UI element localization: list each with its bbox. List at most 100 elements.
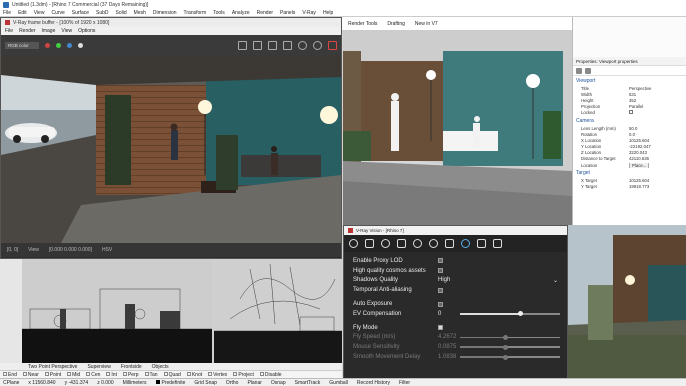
refresh-icon[interactable] [313, 40, 322, 50]
toggle-planar[interactable]: Planar [247, 380, 261, 386]
bottom-viewports[interactable] [0, 259, 342, 363]
camera-toggle-icon[interactable] [413, 239, 422, 248]
osnap-knot[interactable]: Knot [186, 372, 202, 378]
alpha-channel-button[interactable] [77, 42, 83, 48]
slider-value[interactable]: 0 [438, 311, 441, 317]
osnap-checkbox[interactable] [3, 372, 7, 377]
property-value[interactable]: 0.0 [629, 132, 686, 137]
vfb-menu-render[interactable]: Render [19, 28, 35, 34]
toggle-record-history[interactable]: Record History [357, 380, 390, 386]
info-icon[interactable] [381, 239, 390, 248]
channel-select[interactable]: RGB color [5, 41, 39, 49]
image-icon[interactable] [477, 239, 486, 248]
green-channel-button[interactable] [55, 42, 61, 48]
property-value[interactable]: Place... [629, 162, 686, 168]
place-button[interactable]: Place... [629, 162, 650, 168]
viewport-tab-frontside[interactable]: Frontside [121, 364, 142, 370]
layer-indicator[interactable]: Predefinite [155, 379, 185, 386]
perspective-viewport[interactable] [343, 31, 572, 225]
osnap-tan[interactable]: Tan [144, 372, 158, 378]
osnap-mid[interactable]: Mid [67, 372, 80, 378]
menu-item-tools[interactable]: Tools [213, 10, 225, 16]
osnap-int[interactable]: Int [106, 372, 117, 378]
share-icon[interactable] [349, 239, 358, 248]
property-value[interactable]: 50.0 [629, 126, 686, 131]
property-value[interactable]: 531 [629, 92, 686, 97]
osnap-end[interactable]: End [3, 372, 17, 378]
menu-item-help[interactable]: Help [323, 10, 333, 16]
toggle-osnap[interactable]: Osnap [271, 380, 286, 386]
menu-item-view[interactable]: View [34, 10, 45, 16]
toggle-ortho[interactable]: Ortho [226, 380, 239, 386]
slider-value[interactable]: 1.0838 [438, 354, 456, 360]
region-render-icon[interactable] [253, 40, 262, 50]
toggle-filter[interactable]: Filter [399, 380, 410, 386]
auto-exposure-checkbox[interactable] [438, 301, 443, 307]
osnap-perp[interactable]: Perp [122, 372, 139, 378]
track-mouse-icon[interactable] [268, 40, 277, 50]
blue-channel-button[interactable] [66, 42, 72, 48]
toggle-gumball[interactable]: Gumball [329, 380, 348, 386]
slider-value[interactable]: 4.2672 [438, 334, 456, 340]
property-value[interactable]: 352 [629, 98, 686, 103]
menu-item-surface[interactable]: Surface [72, 10, 89, 16]
property-value[interactable]: -22192.047 [629, 144, 686, 149]
menu-item-panels[interactable]: Panels [280, 10, 295, 16]
expand-icon[interactable] [445, 239, 454, 248]
osnap-vertex[interactable]: Vertex [208, 372, 227, 378]
viewport-tab-superview[interactable]: Superview [87, 364, 110, 370]
menu-item-edit[interactable]: Edit [18, 10, 27, 16]
osnap-checkbox[interactable] [186, 372, 191, 377]
menu-item-vray[interactable]: V-Ray [302, 10, 316, 16]
menu-item-dimension[interactable]: Dimension [153, 10, 177, 16]
osnap-checkbox[interactable] [22, 372, 27, 377]
toggle-smarttrack[interactable]: SmartTrack [295, 380, 321, 386]
osnap-cen[interactable]: Cen [86, 372, 100, 378]
osnap-checkbox[interactable] [144, 372, 149, 377]
folder-icon[interactable] [365, 239, 374, 248]
osnap-checkbox[interactable] [122, 372, 127, 377]
osnap-near[interactable]: Near [22, 372, 39, 378]
refresh-icon[interactable] [429, 239, 438, 248]
menu-item-subd[interactable]: SubD [96, 10, 109, 16]
property-value[interactable]: 10125.604 [629, 138, 686, 143]
osnap-quad[interactable]: Quad [163, 372, 181, 378]
menu-item-transform[interactable]: Transform [184, 10, 207, 16]
menu-item-solid[interactable]: Solid [116, 10, 127, 16]
property-value[interactable]: 3220.043 [629, 150, 686, 155]
osnap-checkbox[interactable] [86, 372, 91, 377]
menu-item-mesh[interactable]: Mesh [134, 10, 146, 16]
osnap-checkbox[interactable] [208, 372, 213, 377]
vfb-menu-file[interactable]: File [5, 28, 13, 34]
camera-tab-icon[interactable] [576, 67, 582, 74]
save-image-icon[interactable] [238, 40, 247, 50]
osnap-checkbox[interactable] [44, 372, 49, 377]
slider-knob[interactable] [518, 311, 523, 317]
save-icon[interactable] [493, 239, 502, 248]
osnap-point[interactable]: Point [44, 372, 61, 378]
settings-gear-icon[interactable] [461, 239, 470, 248]
temporal-anti-aliasing-checkbox[interactable] [438, 287, 443, 293]
viewport-tab-objects[interactable]: Objects [152, 364, 169, 370]
property-value[interactable]: 10125.604 [629, 178, 686, 183]
slider-knob[interactable] [503, 354, 508, 360]
osnap-disable[interactable]: Disable [259, 372, 282, 378]
stop-render-icon[interactable] [298, 40, 307, 50]
menu-item-analyze[interactable]: Analyze [232, 10, 250, 16]
high-quality-cosmos-assets-checkbox[interactable] [438, 268, 443, 274]
osnap-checkbox[interactable] [67, 372, 72, 377]
slider-knob[interactable] [503, 344, 508, 350]
property-value[interactable]: 19918.773 [629, 184, 686, 189]
property-value[interactable] [629, 110, 686, 115]
osnap-checkbox[interactable] [106, 372, 111, 377]
vfb-menu-image[interactable]: Image [41, 28, 55, 34]
property-value[interactable]: 42110.636 [629, 156, 686, 161]
slider-knob[interactable] [503, 334, 508, 340]
vfb-menu-view[interactable]: View [61, 28, 72, 34]
image-tab-icon[interactable] [585, 67, 591, 74]
red-channel-button[interactable] [44, 42, 50, 48]
render-last-icon[interactable] [283, 40, 292, 50]
render-region-icon[interactable] [397, 239, 406, 248]
tab-render-tools[interactable]: Render Tools [348, 21, 377, 27]
menu-item-render[interactable]: Render [257, 10, 273, 16]
